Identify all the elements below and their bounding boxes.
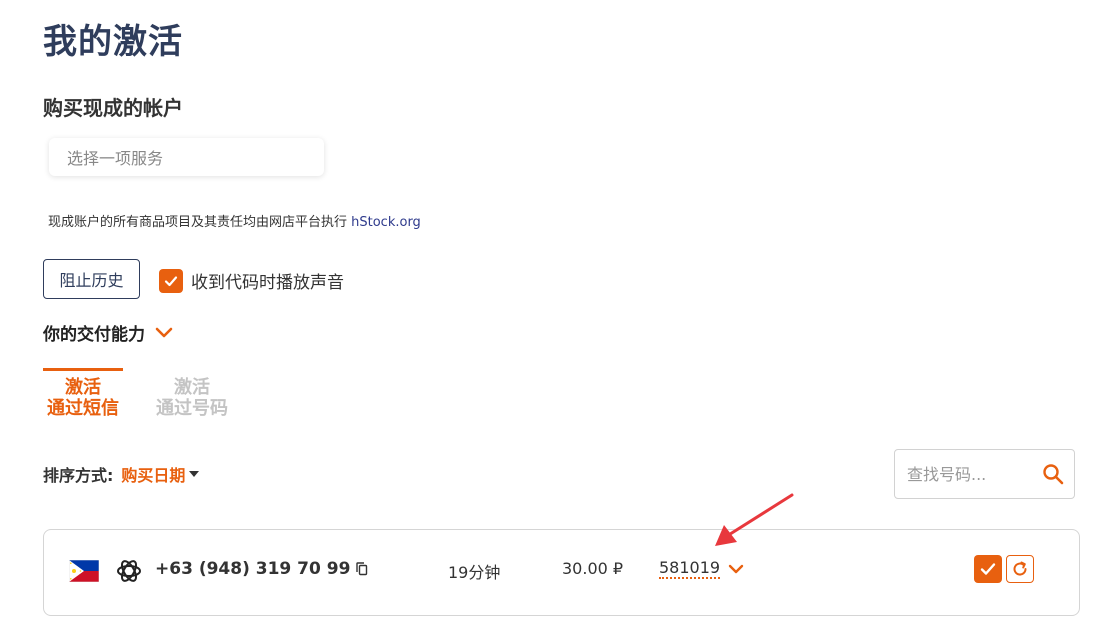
tab-number-line2: 通过号码	[156, 398, 228, 419]
tab-activation-sms[interactable]: 激活 通过短信	[43, 368, 123, 419]
chevron-down-icon	[155, 327, 173, 337]
confirm-button[interactable]	[974, 555, 1002, 583]
tab-activation-number[interactable]: 激活 通过号码	[152, 368, 232, 419]
responsibility-note: 现成账户的所有商品项目及其责任均由网店平台执行 hStock.org	[48, 211, 421, 230]
search-button[interactable]	[1042, 463, 1064, 489]
search-icon	[1043, 464, 1064, 485]
service-select[interactable]: 选择一项服务	[49, 138, 324, 176]
tab-sms-line2: 通过短信	[47, 398, 119, 419]
sms-code-value[interactable]: 581019	[659, 559, 721, 579]
price: 30.00 ₽	[562, 559, 624, 578]
note-text: 现成账户的所有商品项目及其责任均由网店平台执行	[48, 215, 352, 230]
hstock-link[interactable]: hStock.org	[351, 215, 421, 230]
search-input[interactable]	[907, 464, 1032, 484]
search-box	[894, 449, 1075, 499]
checkmark-icon	[980, 563, 996, 575]
refresh-icon	[1013, 561, 1027, 576]
phone-number: +63 (948) 319 70 99	[155, 559, 368, 579]
refresh-button[interactable]	[1006, 555, 1034, 583]
delivery-capacity-label: 你的交付能力	[43, 325, 145, 345]
sms-code: 581019	[659, 559, 744, 579]
chevron-down-icon[interactable]	[728, 564, 744, 574]
sort-dropdown[interactable]: 购买日期	[121, 462, 200, 486]
service-select-placeholder: 选择一项服务	[67, 149, 164, 168]
sort-row: 排序方式: 购买日期	[43, 462, 200, 486]
checkmark-icon	[164, 275, 178, 286]
duration: 19分钟	[448, 563, 501, 582]
sound-checkbox-label: 收到代码时播放声音	[191, 273, 344, 293]
sort-label: 排序方式:	[43, 466, 114, 485]
section-title: 购买现成的帐户	[43, 96, 183, 120]
caret-down-icon	[189, 471, 200, 477]
sound-option[interactable]: 收到代码时播放声音	[159, 268, 344, 293]
philippines-flag-icon	[69, 560, 99, 582]
delivery-capacity-toggle[interactable]: 你的交付能力	[43, 320, 173, 345]
block-history-button[interactable]: 阻止历史	[43, 259, 140, 299]
sort-value: 购买日期	[121, 466, 186, 485]
openai-icon	[117, 560, 141, 582]
tab-number-line1: 激活	[174, 377, 210, 398]
tab-sms-line1: 激活	[65, 377, 101, 398]
copy-icon[interactable]	[356, 562, 368, 576]
page-title: 我的激活	[43, 22, 183, 62]
sound-checkbox[interactable]	[159, 268, 183, 293]
phone-number-text: +63 (948) 319 70 99	[155, 559, 351, 579]
activation-card: +63 (948) 319 70 99 19分钟 30.00 ₽ 581019	[43, 529, 1080, 616]
